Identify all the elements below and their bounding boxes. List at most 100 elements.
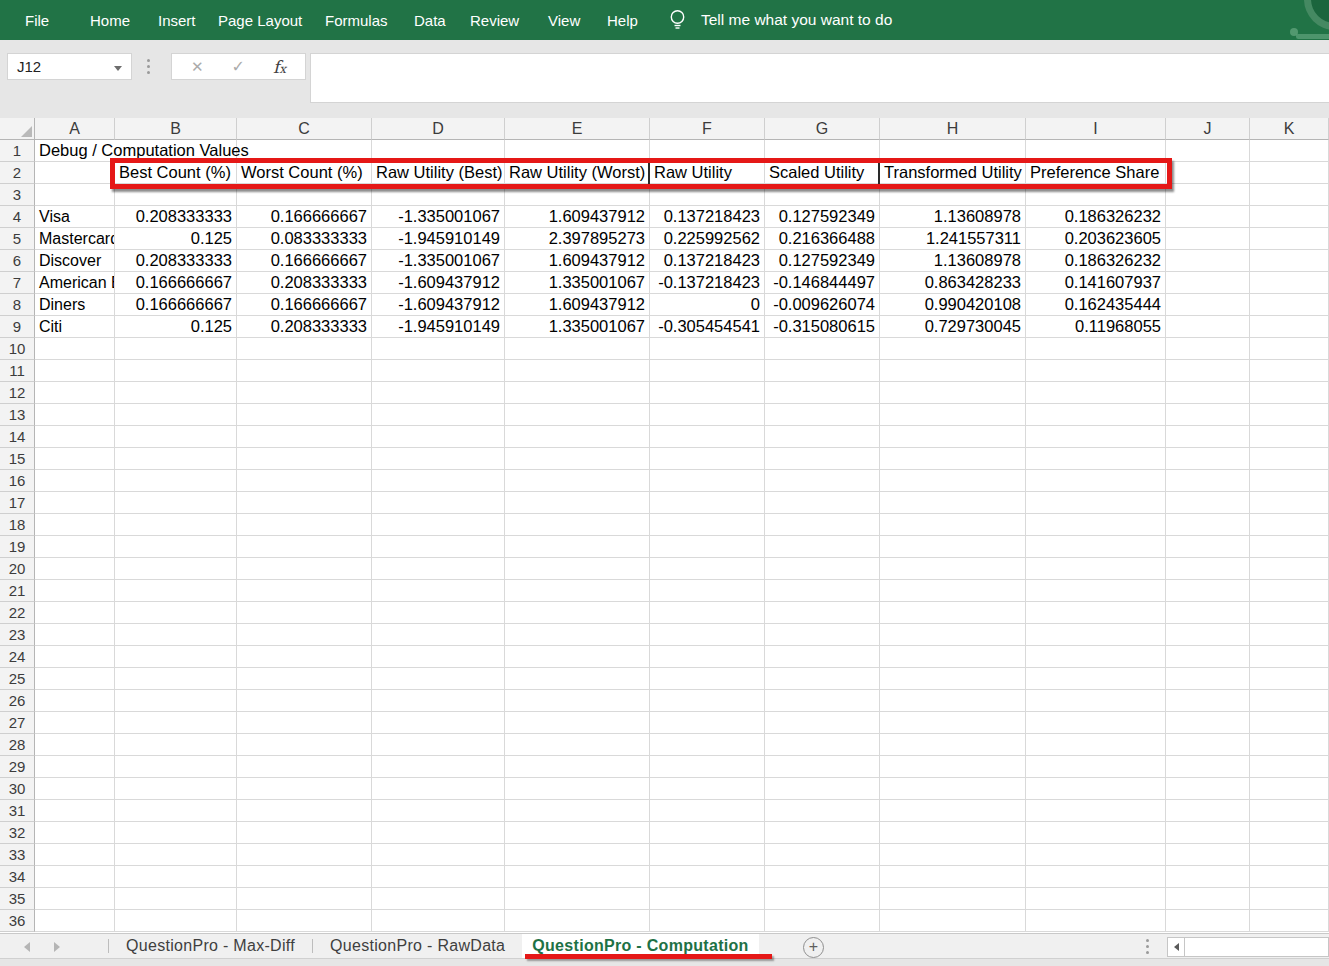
cell-K6[interactable] (1250, 250, 1329, 272)
cell-B15[interactable] (115, 448, 237, 470)
cell-I32[interactable] (1026, 822, 1166, 844)
cell-H12[interactable] (880, 382, 1026, 404)
cell-D24[interactable] (372, 646, 505, 668)
cell-H19[interactable] (880, 536, 1026, 558)
cell-I7[interactable]: 0.141607937 (1026, 272, 1166, 294)
cell-K19[interactable] (1250, 536, 1329, 558)
cell-E26[interactable] (505, 690, 650, 712)
cell-H20[interactable] (880, 558, 1026, 580)
cell-B29[interactable] (115, 756, 237, 778)
cell-B27[interactable] (115, 712, 237, 734)
cell-F9[interactable]: -0.305454541 (650, 316, 765, 338)
cell-K2[interactable] (1250, 162, 1329, 184)
cell-D26[interactable] (372, 690, 505, 712)
cell-C7[interactable]: 0.208333333 (237, 272, 372, 294)
cell-K15[interactable] (1250, 448, 1329, 470)
cell-F12[interactable] (650, 382, 765, 404)
row-header-2[interactable]: 2 (0, 162, 35, 184)
cell-B22[interactable] (115, 602, 237, 624)
cell-C30[interactable] (237, 778, 372, 800)
cell-J27[interactable] (1166, 712, 1250, 734)
cell-B23[interactable] (115, 624, 237, 646)
cell-G23[interactable] (765, 624, 880, 646)
cell-K10[interactable] (1250, 338, 1329, 360)
cell-C17[interactable] (237, 492, 372, 514)
enter-icon[interactable]: ✓ (232, 57, 245, 76)
cell-C33[interactable] (237, 844, 372, 866)
cell-G17[interactable] (765, 492, 880, 514)
formula-input[interactable] (310, 53, 1329, 103)
cell-C9[interactable]: 0.208333333 (237, 316, 372, 338)
row-header-35[interactable]: 35 (0, 888, 35, 910)
cell-C35[interactable] (237, 888, 372, 910)
cell-D14[interactable] (372, 426, 505, 448)
cell-I27[interactable] (1026, 712, 1166, 734)
cell-J24[interactable] (1166, 646, 1250, 668)
cell-A33[interactable] (35, 844, 115, 866)
cell-F19[interactable] (650, 536, 765, 558)
cell-G13[interactable] (765, 404, 880, 426)
cell-E27[interactable] (505, 712, 650, 734)
cell-D18[interactable] (372, 514, 505, 536)
cell-I34[interactable] (1026, 866, 1166, 888)
cell-E14[interactable] (505, 426, 650, 448)
cell-A10[interactable] (35, 338, 115, 360)
cell-E23[interactable] (505, 624, 650, 646)
column-header-D[interactable]: D (372, 118, 505, 140)
cell-C13[interactable] (237, 404, 372, 426)
cell-A7[interactable]: American Express (35, 272, 115, 294)
cell-B34[interactable] (115, 866, 237, 888)
cell-E35[interactable] (505, 888, 650, 910)
cell-I22[interactable] (1026, 602, 1166, 624)
cell-F5[interactable]: 0.225992562 (650, 228, 765, 250)
cell-A8[interactable]: Diners (35, 294, 115, 316)
cell-D13[interactable] (372, 404, 505, 426)
row-header-11[interactable]: 11 (0, 360, 35, 382)
cell-G12[interactable] (765, 382, 880, 404)
cell-H13[interactable] (880, 404, 1026, 426)
cell-G5[interactable]: 0.216366488 (765, 228, 880, 250)
cell-C27[interactable] (237, 712, 372, 734)
cell-J20[interactable] (1166, 558, 1250, 580)
cell-G35[interactable] (765, 888, 880, 910)
row-header-36[interactable]: 36 (0, 910, 35, 932)
cell-E24[interactable] (505, 646, 650, 668)
column-header-G[interactable]: G (765, 118, 880, 140)
cell-A5[interactable]: Mastercard (35, 228, 115, 250)
cell-B4[interactable]: 0.208333333 (115, 206, 237, 228)
cell-I8[interactable]: 0.162435444 (1026, 294, 1166, 316)
cell-J19[interactable] (1166, 536, 1250, 558)
cell-D22[interactable] (372, 602, 505, 624)
row-header-33[interactable]: 33 (0, 844, 35, 866)
cell-H23[interactable] (880, 624, 1026, 646)
menu-help[interactable]: Help (607, 0, 638, 40)
cell-I12[interactable] (1026, 382, 1166, 404)
cell-E30[interactable] (505, 778, 650, 800)
cell-I24[interactable] (1026, 646, 1166, 668)
cell-A6[interactable]: Discover (35, 250, 115, 272)
cell-E9[interactable]: 1.335001067 (505, 316, 650, 338)
cell-F26[interactable] (650, 690, 765, 712)
menu-formulas[interactable]: Formulas (325, 0, 388, 40)
cell-D29[interactable] (372, 756, 505, 778)
cell-K35[interactable] (1250, 888, 1329, 910)
cell-E7[interactable]: 1.335001067 (505, 272, 650, 294)
cell-H28[interactable] (880, 734, 1026, 756)
row-header-12[interactable]: 12 (0, 382, 35, 404)
cell-C31[interactable] (237, 800, 372, 822)
column-header-E[interactable]: E (505, 118, 650, 140)
cell-I18[interactable] (1026, 514, 1166, 536)
cell-J8[interactable] (1166, 294, 1250, 316)
cell-E12[interactable] (505, 382, 650, 404)
cell-F24[interactable] (650, 646, 765, 668)
cell-C16[interactable] (237, 470, 372, 492)
cell-A12[interactable] (35, 382, 115, 404)
row-header-27[interactable]: 27 (0, 712, 35, 734)
cell-I21[interactable] (1026, 580, 1166, 602)
cell-E8[interactable]: 1.609437912 (505, 294, 650, 316)
cell-I5[interactable]: 0.203623605 (1026, 228, 1166, 250)
cell-B12[interactable] (115, 382, 237, 404)
cell-K13[interactable] (1250, 404, 1329, 426)
sheet-tab-questionpro-max-diff[interactable]: QuestionPro - Max-Diff (109, 934, 312, 958)
cell-H32[interactable] (880, 822, 1026, 844)
